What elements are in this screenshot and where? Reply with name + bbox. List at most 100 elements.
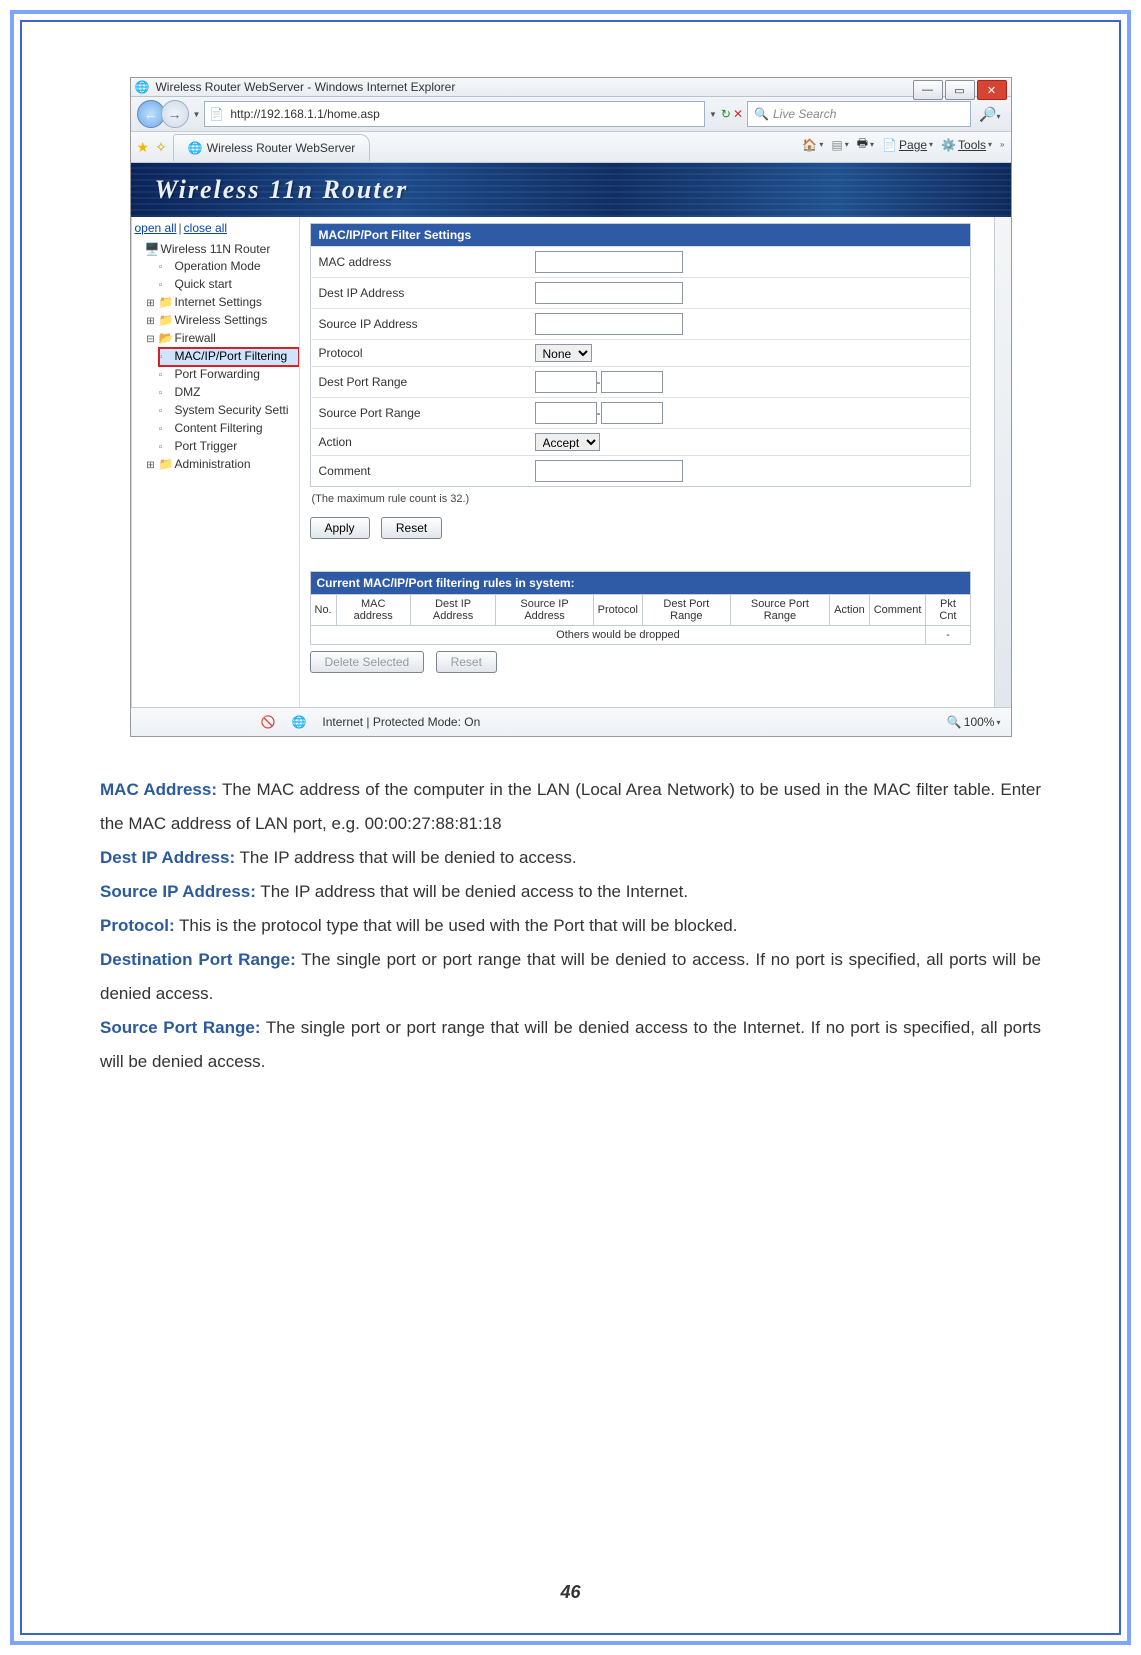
router-banner: Wireless 11n Router <box>131 163 1011 217</box>
min-button[interactable]: — <box>913 80 943 100</box>
max-rule-note: (The maximum rule count is 32.) <box>312 493 969 505</box>
feeds-icon[interactable]: ▤▾ <box>831 138 848 152</box>
home-icon[interactable]: 🏠▾ <box>802 138 823 152</box>
favorites-icon[interactable]: ★ <box>137 139 150 156</box>
label-protocol: Protocol <box>310 340 527 367</box>
plus-icon[interactable]: ⊞ <box>145 313 157 330</box>
tree-port-forwarding[interactable]: ▫Port Forwarding <box>159 366 299 384</box>
max-button[interactable]: ▭ <box>945 80 975 100</box>
src-port-to-input[interactable] <box>601 402 663 424</box>
search-input[interactable]: 🔍 Live Search <box>747 101 971 127</box>
rules-table: Current MAC/IP/Port filtering rules in s… <box>310 571 971 645</box>
nav-dropdown-icon[interactable]: ▼ <box>193 110 201 119</box>
tree-root[interactable]: 🖥️Wireless 11N Router ▫Operation Mode ▫Q… <box>145 241 299 294</box>
close-button[interactable]: ✕ <box>977 80 1007 100</box>
search-placeholder: Live Search <box>773 107 836 121</box>
browser-tab[interactable]: 🌐 Wireless Router WebServer <box>173 134 370 161</box>
term-dest-ip: Dest IP Address: <box>100 848 235 867</box>
ie-window: 🌐 Wireless Router WebServer - Windows In… <box>130 77 1012 737</box>
banner-title: Wireless 11n Router <box>155 175 409 205</box>
description-text: MAC Address: The MAC address of the comp… <box>100 773 1041 1079</box>
tab-page-icon: 🌐 <box>188 141 203 155</box>
tree-firewall[interactable]: ⊟📂Firewall ▫MAC/IP/Port Filtering ▫Port … <box>145 330 299 456</box>
desc-source-ip: The IP address that will be denied acces… <box>256 882 688 901</box>
label-source-ip: Source IP Address <box>310 309 527 340</box>
tab-title: Wireless Router WebServer <box>207 141 356 155</box>
source-ip-input[interactable] <box>535 313 683 335</box>
window-title: Wireless Router WebServer - Windows Inte… <box>155 80 455 94</box>
col-dest-port: Dest Port Range <box>642 595 730 626</box>
open-all-link[interactable]: open all <box>135 221 177 235</box>
add-favorites-icon[interactable]: ✧ <box>155 139 167 156</box>
term-dest-port-range: Destination Port Range: <box>100 950 296 969</box>
col-action: Action <box>830 595 870 626</box>
label-dest-ip: Dest IP Address <box>310 278 527 309</box>
col-mac: MAC address <box>336 595 410 626</box>
tools-menu[interactable]: ⚙️ Tools▾ <box>941 138 992 152</box>
tree-internet-settings[interactable]: ⊞📁Internet Settings <box>145 294 299 312</box>
main-pane: MAC/IP/Port Filter Settings MAC address … <box>300 217 1011 707</box>
col-no: No. <box>310 595 336 626</box>
tree-mac-ip-port-filtering[interactable]: ▫MAC/IP/Port Filtering <box>159 348 299 366</box>
nav-forward-icon[interactable]: → <box>161 100 189 128</box>
dest-port-to-input[interactable] <box>601 371 663 393</box>
close-all-link[interactable]: close all <box>184 221 227 235</box>
tree-dmz[interactable]: ▫DMZ <box>159 384 299 402</box>
tree-operation-mode[interactable]: ▫Operation Mode <box>159 258 299 276</box>
desc-mac-address: The MAC address of the computer in the L… <box>100 780 1041 833</box>
others-dash: - <box>926 626 970 645</box>
search-icon: 🔍 <box>754 107 769 121</box>
tree-quick-start[interactable]: ▫Quick start <box>159 276 299 294</box>
nav-tree-pane: open all|close all 🖥️Wireless 11N Router… <box>131 217 300 707</box>
page-number: 46 <box>22 1582 1119 1603</box>
term-mac-address: MAC Address: <box>100 780 217 799</box>
plus-icon[interactable]: ⊞ <box>145 457 157 474</box>
minus-icon[interactable]: ⊟ <box>145 331 157 348</box>
term-protocol: Protocol: <box>100 916 175 935</box>
mac-address-input[interactable] <box>535 251 683 273</box>
dest-ip-input[interactable] <box>535 282 683 304</box>
ie-status-bar: 🚫 🌐 Internet | Protected Mode: On 🔍 100%… <box>131 707 1011 736</box>
term-source-port-range: Source Port Range: <box>100 1018 261 1037</box>
col-dest-ip: Dest IP Address <box>410 595 496 626</box>
url-text: http://192.168.1.1/home.asp <box>230 107 379 121</box>
protocol-select[interactable]: None <box>535 344 592 362</box>
col-src-port: Source Port Range <box>730 595 829 626</box>
tree-administration[interactable]: ⊞📁Administration <box>145 456 299 474</box>
tree-system-security[interactable]: ▫System Security Setti <box>159 402 299 420</box>
scrollbar-thumb[interactable] <box>995 527 1009 599</box>
col-pkt: Pkt Cnt <box>926 595 970 626</box>
page-icon: 📄 <box>209 107 224 121</box>
action-select[interactable]: Accept <box>535 433 600 451</box>
plus-icon[interactable]: ⊞ <box>145 295 157 312</box>
label-dest-port-range: Dest Port Range <box>310 367 527 398</box>
tree-wireless-settings[interactable]: ⊞📁Wireless Settings <box>145 312 299 330</box>
delete-selected-button[interactable]: Delete Selected <box>310 651 425 673</box>
comment-input[interactable] <box>535 460 683 482</box>
page-menu-label: Page <box>899 138 927 152</box>
label-source-port-range: Source Port Range <box>310 398 527 429</box>
address-bar[interactable]: 📄 http://192.168.1.1/home.asp <box>204 101 705 127</box>
print-icon[interactable]: 🖶▾ <box>857 134 874 155</box>
addr-dropdown-icon[interactable]: ▼ <box>709 110 717 119</box>
term-source-ip: Source IP Address: <box>100 882 256 901</box>
dest-port-from-input[interactable] <box>535 371 597 393</box>
stop-icon[interactable]: ✕ <box>733 107 743 121</box>
ie-tab-strip: ★ ✧ 🌐 Wireless Router WebServer 🏠▾ ▤▾ 🖶▾… <box>131 132 1011 163</box>
search-go-icon[interactable]: 🔎▾ <box>975 106 1004 123</box>
zoom-control[interactable]: 🔍 100%▾ <box>947 715 1001 729</box>
reset-button[interactable]: Reset <box>381 517 442 539</box>
refresh-icon[interactable]: ↻ <box>721 107 731 121</box>
label-mac-address: MAC address <box>310 247 527 278</box>
apply-button[interactable]: Apply <box>310 517 370 539</box>
toolbar-chevron-icon[interactable]: » <box>1000 140 1004 149</box>
protected-mode-text: Internet | Protected Mode: On <box>322 715 480 729</box>
filter-settings-form: MAC/IP/Port Filter Settings MAC address … <box>310 223 971 487</box>
form-header: MAC/IP/Port Filter Settings <box>310 224 970 247</box>
src-port-from-input[interactable] <box>535 402 597 424</box>
page-menu[interactable]: 📄 Page▾ <box>882 138 933 152</box>
rules-reset-button[interactable]: Reset <box>436 651 497 673</box>
label-comment: Comment <box>310 456 527 487</box>
tree-content-filtering[interactable]: ▫Content Filtering <box>159 420 299 438</box>
tree-port-trigger[interactable]: ▫Port Trigger <box>159 438 299 456</box>
